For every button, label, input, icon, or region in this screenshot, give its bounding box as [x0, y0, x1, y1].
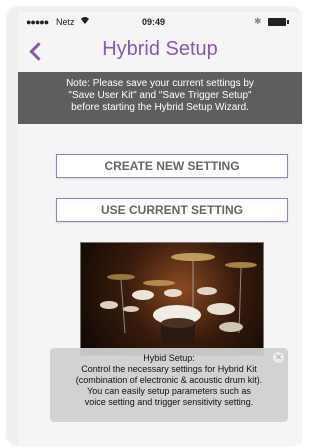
carrier-name: Netz	[56, 17, 75, 27]
use-current-setting-button[interactable]: USE CURRENT SETTING	[56, 198, 288, 222]
status-bar: ●●●●● Netz 09:49 ✱	[18, 12, 302, 32]
notice-line: before starting the Hybrid Setup Wizard.	[71, 102, 249, 113]
bluetooth-icon: ✱	[254, 16, 262, 26]
signal-strength-icon: ●●●●●	[26, 17, 49, 27]
info-line: Control the necessary settings for Hybri…	[81, 364, 257, 374]
app-screen: ●●●●● Netz 09:49 ✱ Hybrid Setup Note: Pl…	[18, 12, 302, 444]
close-icon[interactable]: ✕	[273, 352, 284, 363]
info-title: Hybid Setup:	[143, 353, 195, 363]
info-line: You can easily setup parameters such as	[87, 386, 251, 396]
wifi-icon	[81, 17, 89, 24]
hybrid-drum-kit-image	[80, 242, 264, 356]
battery-icon	[268, 18, 289, 26]
notice-line: "Save User Kit" and "Save Trigger Setup"	[68, 90, 252, 101]
page-title: Hybrid Setup	[102, 38, 218, 60]
info-line: voice setting and trigger sensitivity se…	[84, 397, 254, 407]
hybrid-setup-info-tooltip: ✕ Hybid Setup: Control the necessary set…	[50, 348, 288, 422]
info-line: (combination of electronic & acoustic dr…	[75, 375, 263, 385]
create-new-setting-button[interactable]: CREATE NEW SETTING	[56, 154, 288, 178]
notice-line: Note: Please save your current settings …	[66, 78, 254, 89]
save-notice-banner: Note: Please save your current settings …	[18, 72, 302, 124]
status-time: 09:49	[142, 17, 166, 27]
drum-kit-illustration	[100, 253, 257, 345]
navigation-bar: Hybrid Setup	[18, 32, 302, 72]
